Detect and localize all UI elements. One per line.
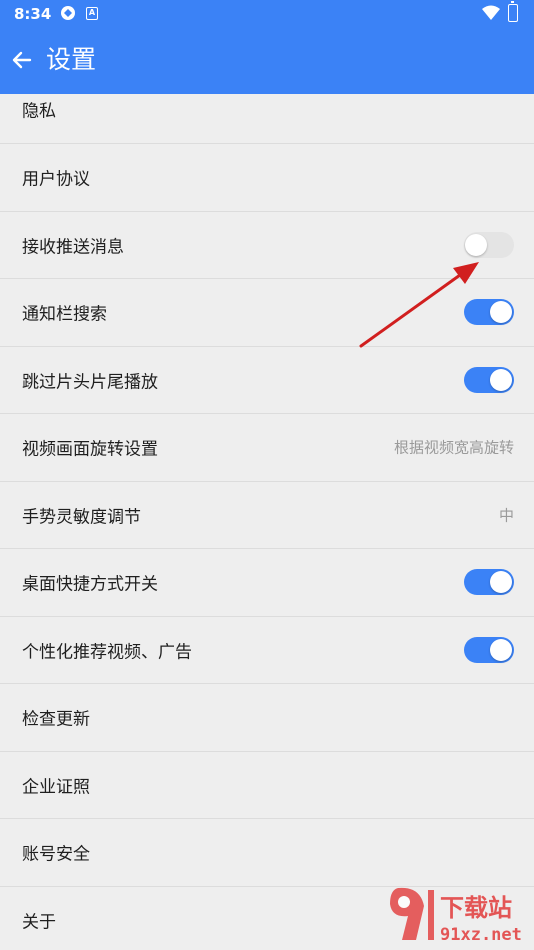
settings-row-notification-search: 通知栏搜索 — [0, 279, 534, 347]
notification-search-toggle[interactable] — [464, 299, 514, 326]
watermark-logo: 下载站 91xz.net — [390, 887, 522, 945]
row-label: 检查更新 — [22, 709, 90, 730]
page-title: 设置 — [46, 45, 97, 74]
watermark-site: 91xz.net — [440, 925, 522, 945]
settings-row-skip-intro-outro: 跳过片头片尾播放 — [0, 347, 534, 414]
settings-row-gesture-sensitivity[interactable]: 手势灵敏度调节 中 — [0, 482, 534, 549]
row-label: 视频画面旋转设置 — [22, 439, 158, 460]
row-label: 桌面快捷方式开关 — [22, 574, 158, 595]
settings-row-check-update[interactable]: 检查更新 — [0, 684, 534, 752]
toggle-knob — [490, 571, 512, 594]
toggle-knob — [490, 301, 512, 324]
wifi-icon — [482, 5, 500, 20]
row-label: 手势灵敏度调节 — [22, 507, 141, 528]
settings-row-video-rotation[interactable]: 视频画面旋转设置 根据视频宽高旋转 — [0, 414, 534, 482]
row-value: 中 — [498, 506, 514, 525]
skip-intro-outro-toggle[interactable] — [464, 366, 514, 393]
desktop-shortcut-toggle[interactable] — [464, 569, 514, 596]
row-label: 用户协议 — [22, 169, 90, 190]
app-bar: 设置 — [0, 28, 534, 94]
toggle-knob — [490, 368, 512, 391]
settings-row-account-security[interactable]: 账号安全 — [0, 819, 534, 887]
row-label: 接收推送消息 — [22, 237, 124, 258]
settings-row-personalized-ads: 个性化推荐视频、广告 — [0, 617, 534, 684]
settings-row-user-agreement[interactable]: 用户协议 — [0, 144, 534, 212]
personalized-ads-toggle[interactable] — [464, 636, 514, 663]
battery-icon — [508, 1, 518, 22]
push-messages-toggle[interactable] — [464, 231, 514, 258]
row-label: 账号安全 — [22, 844, 90, 865]
toggle-knob — [465, 233, 487, 256]
settings-list: 隐私 用户协议 接收推送消息 通知栏搜索 跳过片头片尾播放 视频画面旋转设置 根… — [0, 94, 534, 950]
settings-row-business-license[interactable]: 企业证照 — [0, 752, 534, 819]
settings-row-desktop-shortcut: 桌面快捷方式开关 — [0, 549, 534, 617]
row-label: 隐私 — [22, 101, 56, 122]
status-time: 8:34 — [14, 5, 52, 23]
row-label: 通知栏搜索 — [22, 304, 107, 325]
row-label: 跳过片头片尾播放 — [22, 372, 158, 393]
watermark-brand: 下载站 — [440, 894, 512, 922]
row-label: 个性化推荐视频、广告 — [22, 642, 192, 663]
row-value: 根据视频宽高旋转 — [393, 438, 514, 457]
row-label: 企业证照 — [22, 777, 90, 798]
toggle-knob — [490, 638, 512, 661]
row-label: 关于 — [22, 912, 56, 933]
notification-badge-icon: A — [86, 7, 98, 20]
settings-row-push-messages: 接收推送消息 — [0, 212, 534, 279]
status-bar: 8:34 A — [0, 0, 534, 28]
settings-row-privacy[interactable]: 隐私 — [0, 94, 534, 144]
app-notification-icon — [61, 6, 75, 20]
back-arrow-icon[interactable] — [10, 48, 34, 72]
